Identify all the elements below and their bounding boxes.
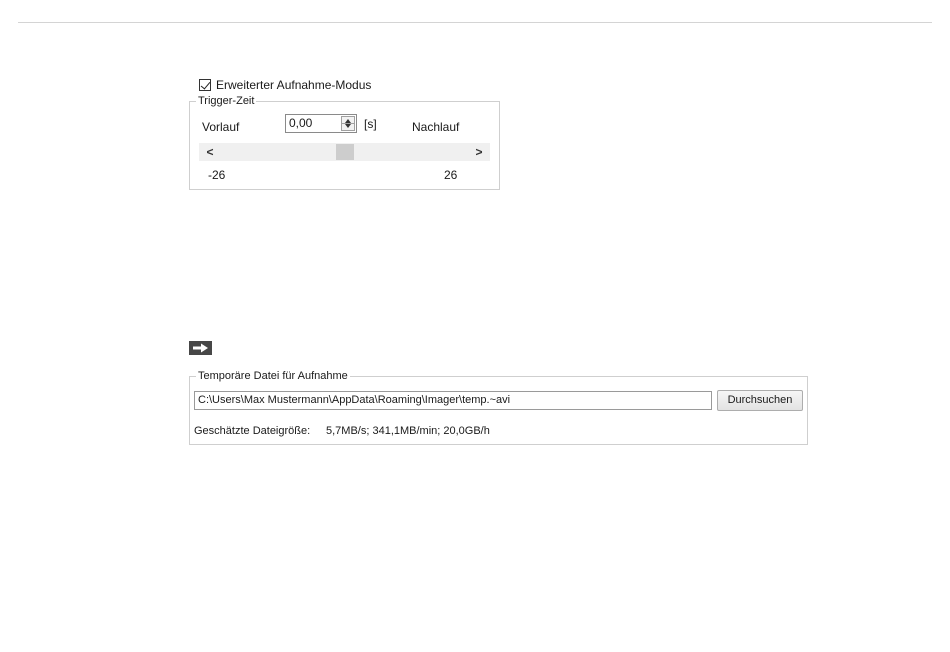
extended-mode-row[interactable]: Erweiterter Aufnahme-Modus (199, 78, 371, 92)
spinner-arrows-icon[interactable] (341, 116, 355, 131)
unit-label: [s] (364, 117, 377, 131)
temp-file-path-input[interactable]: C:\Users\Max Mustermann\AppData\Roaming\… (194, 391, 712, 410)
slider-min-label: -26 (208, 168, 226, 182)
scroll-right-icon[interactable]: > (470, 143, 488, 161)
browse-button[interactable]: Durchsuchen (717, 390, 803, 411)
trigger-time-input[interactable]: 0,00 (285, 114, 357, 133)
extended-mode-checkbox[interactable] (199, 79, 211, 91)
temp-file-path-value[interactable]: C:\Users\Max Mustermann\AppData\Roaming\… (198, 394, 510, 406)
slider-max-label: 26 (444, 168, 458, 182)
trigger-slider[interactable]: < > (199, 143, 490, 161)
trigger-time-title: Trigger-Zeit (196, 94, 257, 108)
trigger-time-value[interactable]: 0,00 (289, 116, 312, 130)
arrow-right-icon (189, 341, 212, 355)
estimated-size-label: Geschätzte Dateigröße: (194, 425, 311, 437)
scroll-left-icon[interactable]: < (201, 143, 219, 161)
temp-file-title: Temporäre Datei für Aufnahme (196, 369, 350, 383)
top-divider (18, 22, 932, 23)
estimated-size-value: 5,7MB/s; 341,1MB/min; 20,0GB/h (326, 425, 490, 437)
post-trigger-label: Nachlauf (412, 120, 460, 134)
extended-mode-label: Erweiterter Aufnahme-Modus (216, 78, 372, 92)
pre-trigger-label: Vorlauf (202, 120, 240, 134)
slider-thumb[interactable] (336, 144, 354, 160)
